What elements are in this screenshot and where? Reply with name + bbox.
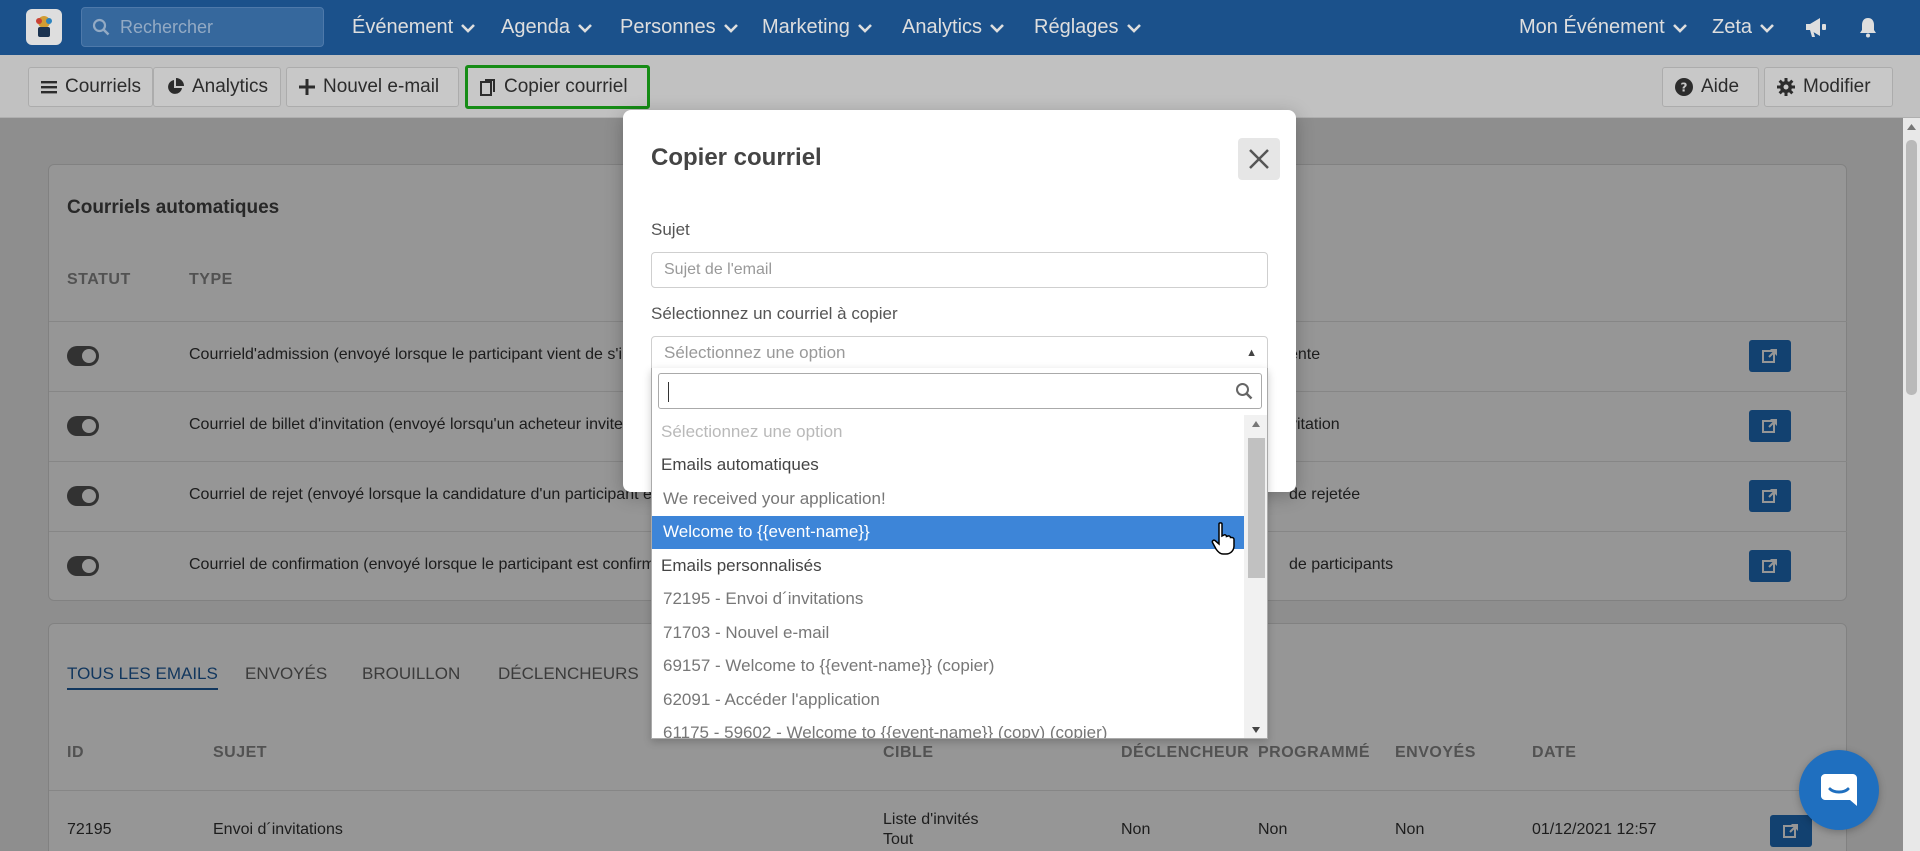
scroll-up-icon xyxy=(1252,421,1260,427)
dropdown-options-list: Sélectionnez une option Emails automatiq… xyxy=(652,415,1244,738)
dropdown-option[interactable]: 69157 - Welcome to {{event-name}} (copie… xyxy=(652,650,1244,684)
dropdown-group-custom-emails: Emails personnalisés xyxy=(661,555,822,575)
dropdown-option-highlighted[interactable]: Welcome to {{event-name}} xyxy=(652,515,1244,549)
email-select-dropdown: Sélectionnez une option Emails automatiq… xyxy=(651,368,1268,739)
dropdown-option[interactable]: 72195 - Envoi d´invitations xyxy=(652,583,1244,617)
modal-close-button[interactable] xyxy=(1238,138,1280,180)
chat-support-button[interactable] xyxy=(1799,750,1879,830)
close-icon xyxy=(1249,149,1269,169)
scroll-down-icon xyxy=(1252,727,1260,733)
page-scroll-thumb[interactable] xyxy=(1906,140,1917,395)
modal-title: Copier courriel xyxy=(651,144,822,171)
hand-pointer-icon xyxy=(1211,522,1235,555)
dropdown-search-input[interactable] xyxy=(658,373,1262,409)
subject-input[interactable]: Sujet de l'email xyxy=(651,252,1268,288)
dropdown-option-placeholder[interactable]: Sélectionnez une option xyxy=(652,415,1244,449)
email-select[interactable]: Sélectionnez une option ▲ xyxy=(651,336,1268,370)
caret-up-icon: ▲ xyxy=(1246,347,1257,359)
search-icon xyxy=(1236,383,1253,400)
dropdown-option[interactable]: 61175 - 59602 - Welcome to {{event-name}… xyxy=(652,717,1244,738)
select-email-label: Sélectionnez un courriel à copier xyxy=(651,304,898,323)
dropdown-group-auto-emails: Emails automatiques xyxy=(661,455,819,475)
dropdown-option[interactable]: 71703 - Nouvel e-mail xyxy=(652,616,1244,650)
dropdown-option[interactable]: We received your application! xyxy=(652,482,1244,516)
scroll-up-icon xyxy=(1907,124,1916,130)
subject-placeholder: Sujet de l'email xyxy=(664,261,772,278)
dropdown-option[interactable]: 62091 - Accéder l'application xyxy=(652,683,1244,717)
dropdown-scroll-thumb[interactable] xyxy=(1248,438,1265,578)
subject-label: Sujet xyxy=(651,220,690,239)
select-placeholder: Sélectionnez une option xyxy=(664,343,846,362)
text-cursor xyxy=(668,382,669,402)
chat-icon xyxy=(1821,774,1857,806)
